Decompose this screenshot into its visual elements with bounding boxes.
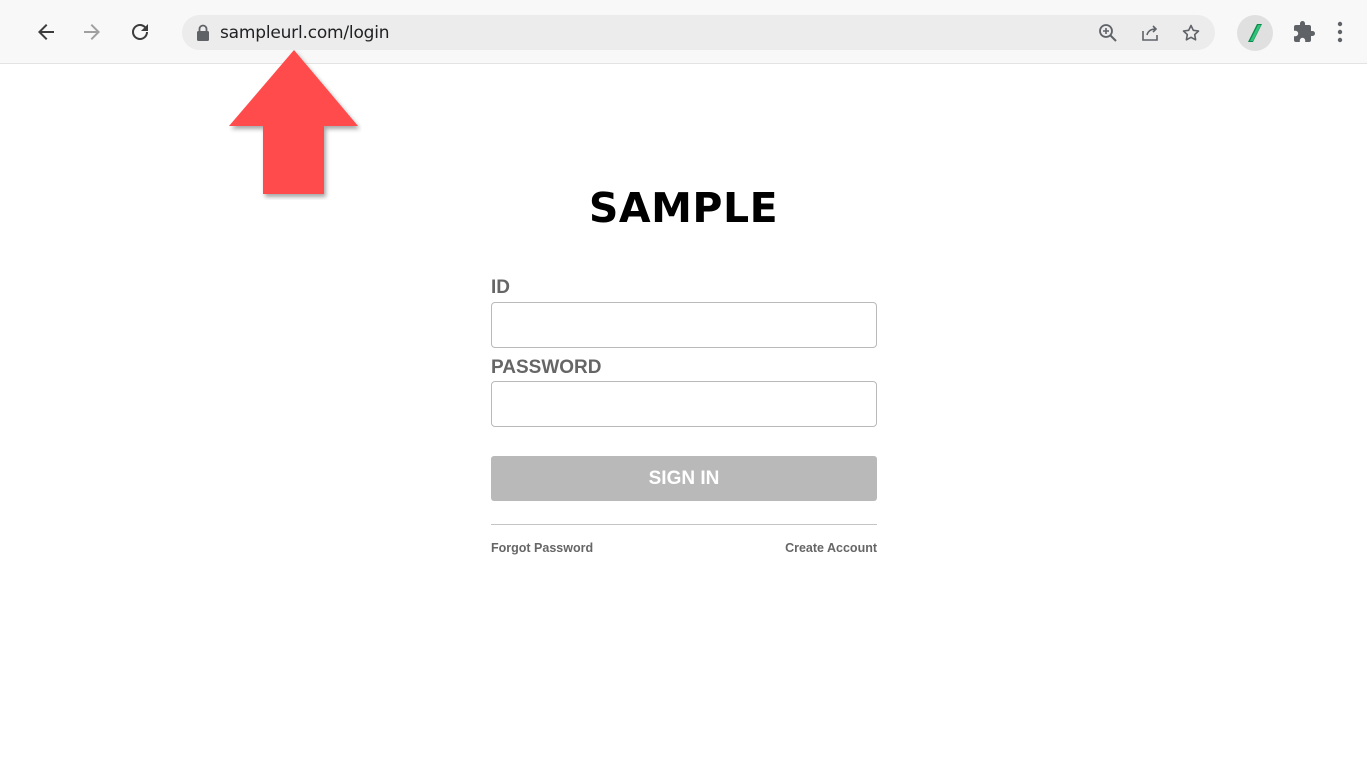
create-account-link[interactable]: Create Account (785, 541, 877, 555)
extension-avatar-icon[interactable] (1237, 15, 1273, 51)
share-icon[interactable] (1138, 21, 1162, 45)
browser-toolbar: sampleurl.com/login (0, 0, 1367, 64)
up-arrow-annotation (229, 50, 358, 194)
address-bar[interactable]: sampleurl.com/login (182, 15, 1215, 50)
forward-button[interactable] (74, 14, 110, 50)
lock-icon (197, 24, 209, 41)
id-input[interactable] (491, 302, 877, 348)
divider (491, 524, 877, 525)
arrow-right-icon (84, 24, 100, 40)
star-icon[interactable] (1179, 21, 1203, 45)
zoom-icon[interactable] (1096, 21, 1120, 45)
id-label: ID (491, 277, 510, 298)
arrow-left-icon (38, 24, 54, 40)
password-input[interactable] (491, 381, 877, 427)
reload-icon (132, 24, 148, 40)
puzzle-icon[interactable] (1291, 19, 1317, 45)
forgot-password-link[interactable]: Forgot Password (491, 541, 593, 555)
password-label: PASSWORD (491, 357, 602, 378)
more-vertical-icon[interactable] (1327, 19, 1353, 45)
brand-logo: SAMPLE (588, 184, 779, 232)
reload-button[interactable] (122, 14, 158, 50)
back-button[interactable] (28, 14, 64, 50)
sign-in-button[interactable]: SIGN IN (491, 456, 877, 501)
url-text[interactable]: sampleurl.com/login (220, 23, 390, 43)
